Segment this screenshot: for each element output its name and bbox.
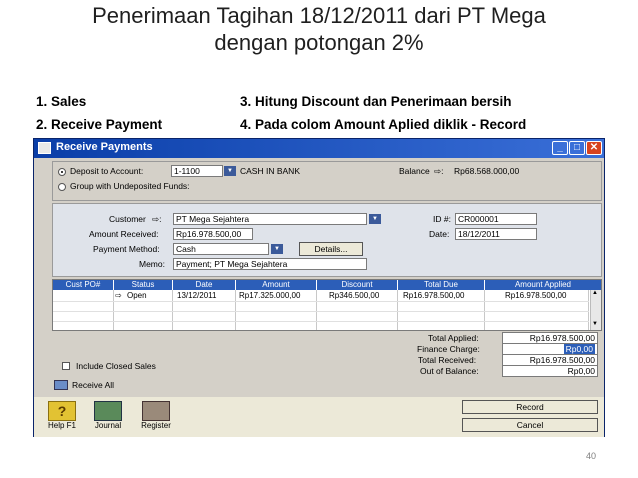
col-header-po[interactable]: Cust PO# xyxy=(53,280,113,290)
cell-total-due: Rp16.978.500,00 xyxy=(403,291,465,300)
memo-field[interactable]: Payment; PT Mega Sejahtera xyxy=(173,258,367,270)
col-header-amount[interactable]: Amount xyxy=(236,280,316,290)
out-of-balance-label: Out of Balance: xyxy=(420,366,479,376)
cell-status: Open xyxy=(127,291,147,300)
deposit-account-dropdown-icon[interactable]: ▼ xyxy=(224,166,236,176)
window-title: Receive Payments xyxy=(56,141,153,153)
journal-label: Journal xyxy=(94,421,122,430)
deposit-radio[interactable] xyxy=(58,168,66,176)
record-button[interactable]: Record xyxy=(462,400,598,414)
balance-arrow-icon: ⇨: xyxy=(434,166,444,176)
bullet-2: 2. Receive Payment xyxy=(36,117,163,132)
deposit-account-field[interactable]: 1-1100 xyxy=(171,165,223,177)
slide-title-line2: dengan potongan 2% xyxy=(214,30,424,55)
id-field[interactable]: CR000001 xyxy=(455,213,537,225)
bullet-4: 4. Pada colom Amount Aplied diklik - Rec… xyxy=(240,117,527,132)
details-button[interactable]: Details... xyxy=(299,242,363,256)
customer-section: Customer ⇨: PT Mega Sejahtera ▼ Amount R… xyxy=(52,203,602,277)
slide-title: Penerimaan Tagihan 18/12/2011 dari PT Me… xyxy=(0,2,638,56)
date-label: Date: xyxy=(429,229,450,239)
window-titlebar[interactable]: Receive Payments _ □ ✕ xyxy=(34,139,604,158)
finance-charge-label: Finance Charge: xyxy=(417,344,480,354)
customer-arrow-icon: ⇨: xyxy=(152,214,162,224)
out-of-balance-field: Rp0,00 xyxy=(502,365,598,377)
grid-scrollbar[interactable]: ▲ ▼ xyxy=(590,290,601,330)
col-header-status[interactable]: Status xyxy=(114,280,172,290)
cell-discount[interactable]: Rp346.500,00 xyxy=(329,291,379,301)
bullet-3: 3. Hitung Discount dan Penerimaan bersih xyxy=(240,94,512,109)
bullet-1: 1. Sales xyxy=(36,94,87,109)
payment-method-field[interactable]: Cash xyxy=(173,243,269,255)
scroll-up-icon[interactable]: ▲ xyxy=(592,290,598,296)
close-icon[interactable]: ✕ xyxy=(586,141,602,155)
col-header-discount[interactable]: Discount xyxy=(317,280,397,290)
total-applied-label: Total Applied: xyxy=(428,333,479,343)
help-button[interactable]: ? Help F1 xyxy=(40,400,84,434)
journal-icon xyxy=(94,401,122,421)
open-arrow-icon: ⇨ xyxy=(115,291,122,300)
col-header-date[interactable]: Date xyxy=(173,280,235,290)
help-icon: ? xyxy=(48,401,76,421)
group-option-label: Group with Undeposited Funds: xyxy=(70,181,190,191)
account-name: CASH IN BANK xyxy=(240,166,300,176)
page-number: 40 xyxy=(586,451,597,461)
deposit-section: Deposit to Account: 1-1100 ▼ CASH IN BAN… xyxy=(52,161,602,201)
amount-received-label: Amount Received: xyxy=(89,229,159,239)
col-header-total-due[interactable]: Total Due xyxy=(398,280,484,290)
cancel-button[interactable]: Cancel xyxy=(462,418,598,432)
cell-date: 13/12/2011 xyxy=(177,291,217,300)
help-label: Help F1 xyxy=(47,421,76,430)
maximize-icon[interactable]: □ xyxy=(569,141,585,155)
deposit-option-label: Deposit to Account: xyxy=(70,166,144,176)
cell-amount: Rp17.325.000,00 xyxy=(239,291,301,300)
balance-label: Balance xyxy=(399,166,430,176)
col-header-amount-applied[interactable]: Amount Applied xyxy=(485,280,601,290)
payment-method-dropdown-icon[interactable]: ▼ xyxy=(271,244,283,254)
include-closed-label: Include Closed Sales xyxy=(76,361,156,371)
memo-label: Memo: xyxy=(139,259,165,269)
finance-charge-value: Rp0,00 xyxy=(563,344,595,354)
customer-dropdown-icon[interactable]: ▼ xyxy=(369,214,381,224)
table-row[interactable]: ⇨ Open 13/12/2011 Rp17.325.000,00 Rp346.… xyxy=(53,291,589,301)
receive-payments-window: Receive Payments _ □ ✕ Deposit to Accoun… xyxy=(33,138,605,437)
balance-value: Rp68.568.000,00 xyxy=(454,166,520,176)
customer-field[interactable]: PT Mega Sejahtera xyxy=(173,213,367,225)
cell-amount-applied[interactable]: Rp16.978.500,00 xyxy=(505,291,566,301)
journal-button[interactable]: Journal xyxy=(86,400,130,434)
slide-title-line1: Penerimaan Tagihan 18/12/2011 dari PT Me… xyxy=(92,3,546,28)
summary-section: Total Applied: Rp16.978.500,00 Finance C… xyxy=(52,332,602,377)
total-received-label: Total Received: xyxy=(418,355,477,365)
payment-method-label: Payment Method: xyxy=(93,244,160,254)
id-label: ID #: xyxy=(433,214,451,224)
group-radio[interactable] xyxy=(58,183,66,191)
register-icon xyxy=(142,401,170,421)
register-label: Register xyxy=(141,421,171,430)
receive-all-label: Receive All xyxy=(72,380,115,390)
include-closed-checkbox[interactable] xyxy=(62,362,70,370)
amount-received-field[interactable]: Rp16.978.500,00 xyxy=(173,228,253,240)
receive-all-button[interactable]: Receive All xyxy=(52,379,122,392)
window-footer: ? Help F1 Journal Register Record Cancel xyxy=(34,397,604,437)
receive-all-icon xyxy=(54,380,68,390)
customer-label: Customer xyxy=(109,214,146,224)
scroll-down-icon[interactable]: ▼ xyxy=(592,321,598,327)
date-field[interactable]: 18/12/2011 xyxy=(455,228,537,240)
window-app-icon xyxy=(38,142,51,154)
invoice-grid: Cust PO# Status Date Amount Discount Tot… xyxy=(52,279,602,331)
register-button[interactable]: Register xyxy=(134,400,178,434)
minimize-icon[interactable]: _ xyxy=(552,141,568,155)
